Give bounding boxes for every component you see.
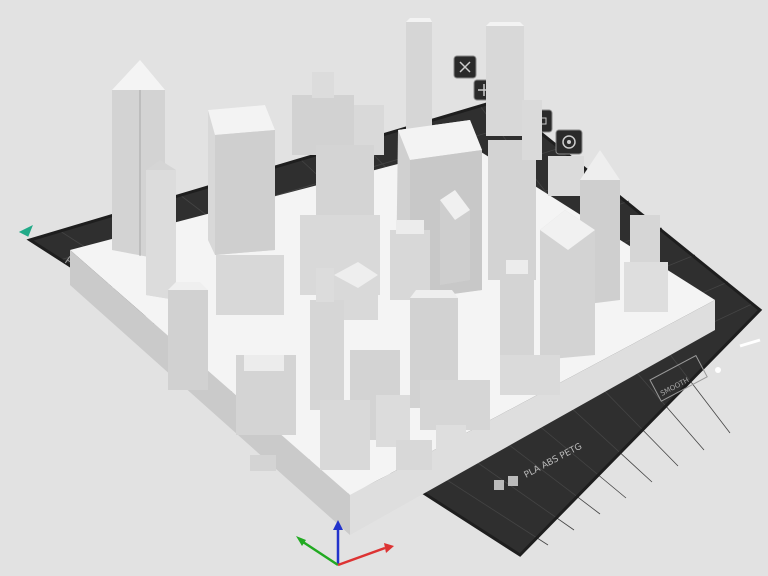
building [500,355,560,395]
building [208,105,275,255]
building [540,210,595,360]
close-icon[interactable] [453,55,477,79]
building [250,455,276,471]
x-axis-icon [337,546,386,567]
building [440,190,470,285]
bed-origin-icon [18,224,33,237]
building [216,255,284,315]
settings-icon[interactable] [555,129,583,155]
building [500,260,534,360]
3d-viewport[interactable]: Prusa MK4 PLA ABS PETG SMOOTH [0,0,768,576]
building [146,160,176,300]
building [236,355,296,435]
building [486,22,524,136]
y-axis-icon [299,538,339,567]
building [390,220,430,300]
building [168,282,208,390]
building [406,18,432,142]
building [292,72,384,155]
